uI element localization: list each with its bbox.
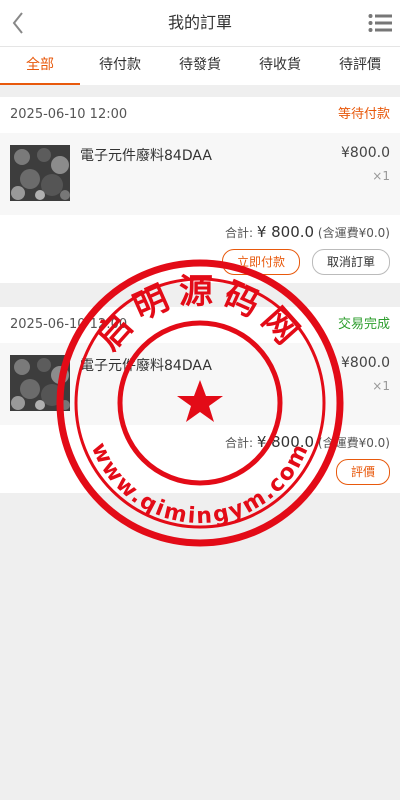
list-menu-icon[interactable] — [368, 12, 392, 34]
product-name: 電子元件廢料84DAA — [80, 358, 212, 374]
order-summary: 合計: ¥ 800.0 (含運費¥0.0) — [0, 425, 400, 459]
product-thumbnail — [10, 355, 70, 411]
review-button[interactable]: 評價 — [335, 459, 390, 485]
summary-label: 合計: — [224, 226, 253, 240]
order-card[interactable]: 2025-06-10 12:00 等待付款 電子元件廢料84DAA ¥800.0… — [0, 97, 400, 283]
order-card[interactable]: 2025-06-10 12:00 交易完成 電子元件廢料84DAA ¥800.0… — [0, 307, 400, 493]
tab-pending-review[interactable]: 待評價 — [320, 47, 400, 85]
tab-pending-payment[interactable]: 待付款 — [80, 47, 160, 85]
order-status: 等待付款 — [337, 107, 390, 122]
order-status: 交易完成 — [337, 317, 390, 332]
order-item[interactable]: 電子元件廢料84DAA ¥800.0 ×1 — [0, 133, 400, 215]
order-actions: 立即付款 取消訂單 — [0, 249, 400, 283]
app-header: 我的訂單 — [0, 0, 400, 47]
summary-note: (含運費¥0.0) — [317, 436, 390, 450]
summary-label: 合計: — [224, 436, 253, 450]
product-quantity: ×1 — [372, 169, 390, 183]
product-thumbnail — [10, 145, 70, 201]
product-name: 電子元件廢料84DAA — [80, 148, 212, 164]
order-actions: 評價 — [0, 459, 400, 493]
product-price: ¥800.0 — [341, 355, 390, 371]
order-header: 2025-06-10 12:00 交易完成 — [0, 307, 400, 343]
order-summary: 合計: ¥ 800.0 (含運費¥0.0) — [0, 215, 400, 249]
tab-pending-shipment[interactable]: 待發貨 — [160, 47, 240, 85]
order-item[interactable]: 電子元件廢料84DAA ¥800.0 ×1 — [0, 343, 400, 425]
summary-amount: ¥ 800.0 — [256, 223, 315, 241]
cancel-order-button[interactable]: 取消訂單 — [311, 249, 390, 275]
product-price: ¥800.0 — [341, 145, 390, 161]
order-date: 2025-06-10 12:00 — [10, 107, 128, 122]
order-tabs: 全部 待付款 待發貨 待收貨 待評價 — [0, 47, 400, 85]
summary-amount: ¥ 800.0 — [256, 433, 315, 451]
tab-all[interactable]: 全部 — [0, 47, 80, 85]
pay-now-button[interactable]: 立即付款 — [221, 249, 300, 275]
page-title: 我的訂單 — [167, 13, 232, 32]
product-quantity: ×1 — [372, 379, 390, 393]
tab-pending-receipt[interactable]: 待收貨 — [240, 47, 320, 85]
order-header: 2025-06-10 12:00 等待付款 — [0, 97, 400, 133]
order-date: 2025-06-10 12:00 — [10, 317, 128, 332]
summary-note: (含運費¥0.0) — [317, 226, 390, 240]
